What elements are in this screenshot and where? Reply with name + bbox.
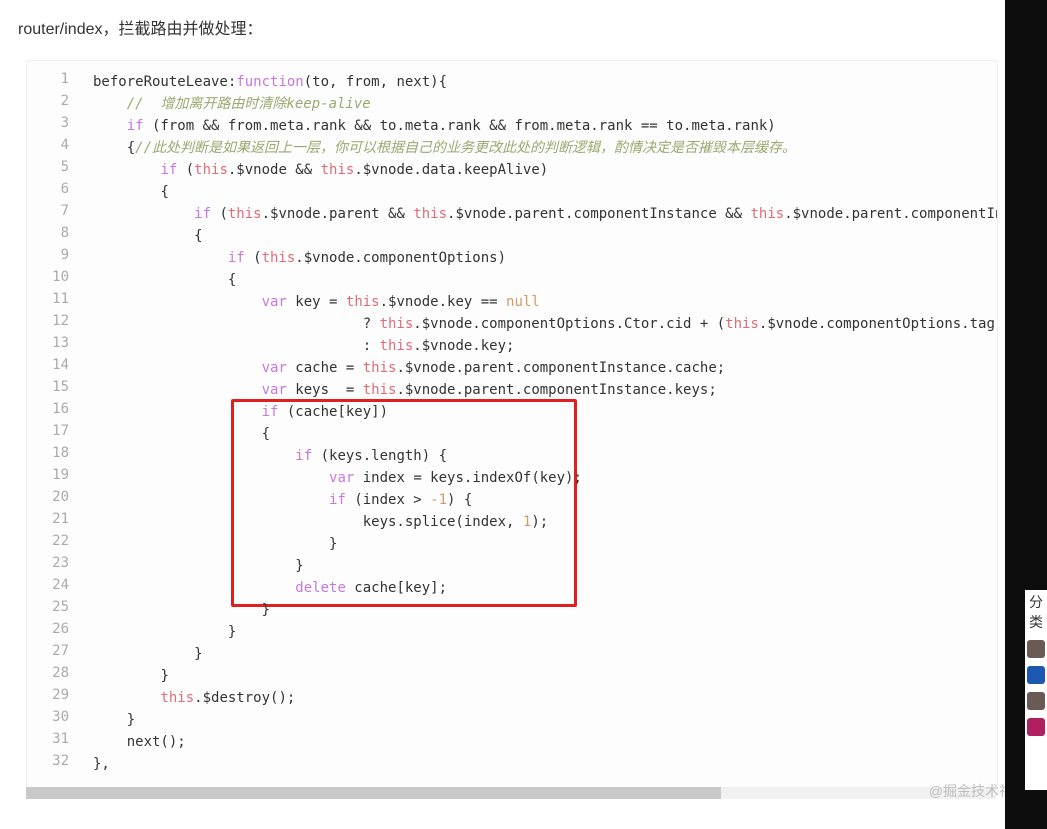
line-number: 7 — [27, 203, 69, 219]
code-line: beforeRouteLeave:function(to, from, next… — [93, 71, 447, 93]
page: router/index，拦截路由并做处理： 12345678910111213… — [0, 0, 1047, 829]
line-number: 2 — [27, 93, 69, 109]
code-line: if (from && from.meta.rank && to.meta.ra… — [93, 115, 776, 137]
code-line: { — [93, 269, 236, 291]
line-number: 19 — [27, 467, 69, 483]
line-number: 20 — [27, 489, 69, 505]
code-line: ? this.$vnode.componentOptions.Ctor.cid … — [93, 313, 997, 335]
code-line: : this.$vnode.key; — [93, 335, 514, 357]
line-number: 9 — [27, 247, 69, 263]
line-number: 8 — [27, 225, 69, 241]
line-number: 16 — [27, 401, 69, 417]
code-line: } — [93, 643, 203, 665]
line-number: 21 — [27, 511, 69, 527]
line-number: 14 — [27, 357, 69, 373]
code-line: if (keys.length) { — [93, 445, 447, 467]
line-number: 30 — [27, 709, 69, 725]
sidebar-thumb[interactable] — [1027, 666, 1045, 684]
code-line: if (cache[key]) — [93, 401, 388, 423]
code-line: { — [93, 423, 270, 445]
code-line: var cache = this.$vnode.parent.component… — [93, 357, 725, 379]
line-number: 15 — [27, 379, 69, 395]
line-number: 17 — [27, 423, 69, 439]
line-number: 24 — [27, 577, 69, 593]
line-number: 10 — [27, 269, 69, 285]
code-line: if (this.$vnode.parent && this.$vnode.pa… — [93, 203, 997, 225]
line-number: 29 — [27, 687, 69, 703]
line-number: 13 — [27, 335, 69, 351]
sidebar-section-title: 分类 — [1025, 590, 1047, 632]
code-line: } — [93, 599, 270, 621]
code-line: { — [93, 181, 169, 203]
line-number: 27 — [27, 643, 69, 659]
code-line: { — [93, 225, 203, 247]
horizontal-scrollbar[interactable] — [26, 787, 996, 799]
code-line: this.$destroy(); — [93, 687, 295, 709]
line-number-gutter: 1234567891011121314151617181920212223242… — [27, 61, 79, 784]
code-line: if (this.$vnode && this.$vnode.data.keep… — [93, 159, 548, 181]
code-line: // 增加离开路由时清除keep-alive — [93, 93, 371, 115]
sidebar-thumb[interactable] — [1027, 692, 1045, 710]
sidebar-thumb[interactable] — [1027, 640, 1045, 658]
code-line: } — [93, 709, 135, 731]
code-line: } — [93, 555, 304, 577]
line-number: 26 — [27, 621, 69, 637]
sidebar-thumb[interactable] — [1027, 718, 1045, 736]
code-line: } — [93, 533, 337, 555]
code-line: if (index > -1) { — [93, 489, 472, 511]
line-number: 3 — [27, 115, 69, 131]
code-block: 1234567891011121314151617181920212223242… — [26, 60, 998, 797]
right-sidebar: 分类 — [1025, 590, 1047, 790]
code-line: }, — [93, 753, 110, 775]
line-number: 32 — [27, 753, 69, 769]
code-line: if (this.$vnode.componentOptions) — [93, 247, 506, 269]
line-number: 11 — [27, 291, 69, 307]
code-line: next(); — [93, 731, 186, 753]
code-line: } — [93, 665, 169, 687]
line-number: 23 — [27, 555, 69, 571]
code-area: beforeRouteLeave:function(to, from, next… — [85, 61, 997, 784]
code-line: {//此处判断是如果返回上一层，你可以根据自己的业务更改此处的判断逻辑，酌情决定… — [93, 137, 796, 159]
code-line: var index = keys.indexOf(key); — [93, 467, 582, 489]
line-number: 12 — [27, 313, 69, 329]
line-number: 4 — [27, 137, 69, 153]
line-number: 5 — [27, 159, 69, 175]
line-number: 18 — [27, 445, 69, 461]
intro-text: router/index，拦截路由并做处理： — [18, 15, 263, 39]
code-line: delete cache[key]; — [93, 577, 447, 599]
line-number: 25 — [27, 599, 69, 615]
line-number: 31 — [27, 731, 69, 747]
code-line: var keys = this.$vnode.parent.componentI… — [93, 379, 717, 401]
code-line: var key = this.$vnode.key == null — [93, 291, 540, 313]
line-number: 28 — [27, 665, 69, 681]
line-number: 6 — [27, 181, 69, 197]
line-number: 22 — [27, 533, 69, 549]
code-line: } — [93, 621, 236, 643]
horizontal-scrollbar-thumb[interactable] — [26, 787, 721, 799]
code-line: keys.splice(index, 1); — [93, 511, 548, 533]
line-number: 1 — [27, 71, 69, 87]
